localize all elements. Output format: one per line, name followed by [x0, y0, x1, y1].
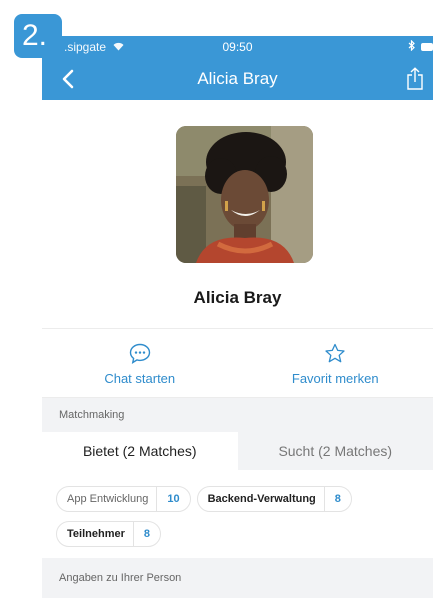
battery-icon: [421, 43, 433, 51]
matchmaking-tabs: Bietet (2 Matches) Sucht (2 Matches): [42, 432, 433, 470]
chip-label: Teilnehmer: [67, 528, 125, 540]
action-row: Chat starten Favorit merken: [42, 329, 433, 398]
bluetooth-icon: [408, 39, 415, 54]
chip-count: 10: [156, 487, 189, 511]
favorite-button[interactable]: Favorit merken: [238, 329, 433, 397]
chip-count: 8: [323, 487, 351, 511]
favorite-label: Favorit merken: [291, 370, 379, 386]
back-chevron-icon[interactable]: [54, 64, 82, 94]
profile-name: Alicia Bray: [193, 288, 282, 307]
step-number-badge: 2.: [14, 14, 62, 58]
phone-screen: .sipgate 09:50 Alicia Bray Alicia Bray C…: [42, 36, 433, 602]
status-time: 09:50: [222, 40, 253, 54]
skills-chip-list: App Entwicklung 10 Backend-Verwaltung 8 …: [42, 470, 433, 558]
chip-app-entwicklung[interactable]: App Entwicklung 10: [56, 486, 191, 512]
tab-sucht[interactable]: Sucht (2 Matches): [238, 432, 433, 470]
chip-label: Backend-Verwaltung: [207, 493, 316, 505]
chip-label: App Entwicklung: [67, 493, 149, 505]
profile-header: Alicia Bray: [42, 100, 433, 329]
chat-bubble-icon: [129, 343, 151, 367]
page-title: Alicia Bray: [197, 69, 278, 88]
navigation-bar: Alicia Bray: [42, 58, 433, 100]
matchmaking-section-header: Matchmaking: [42, 398, 433, 432]
chat-start-button[interactable]: Chat starten: [42, 329, 238, 397]
status-bar: .sipgate 09:50: [42, 36, 433, 58]
status-right: [408, 39, 433, 54]
star-icon: [324, 343, 346, 367]
chat-start-label: Chat starten: [104, 370, 176, 386]
share-icon[interactable]: [401, 64, 429, 94]
avatar: [176, 126, 313, 263]
person-section-header: Angaben zu Ihrer Person: [42, 558, 433, 598]
tab-bietet[interactable]: Bietet (2 Matches): [42, 432, 238, 470]
chip-teilnehmer[interactable]: Teilnehmer 8: [56, 521, 161, 547]
chip-backend-verwaltung[interactable]: Backend-Verwaltung 8: [196, 486, 352, 512]
chip-count: 8: [132, 522, 160, 546]
